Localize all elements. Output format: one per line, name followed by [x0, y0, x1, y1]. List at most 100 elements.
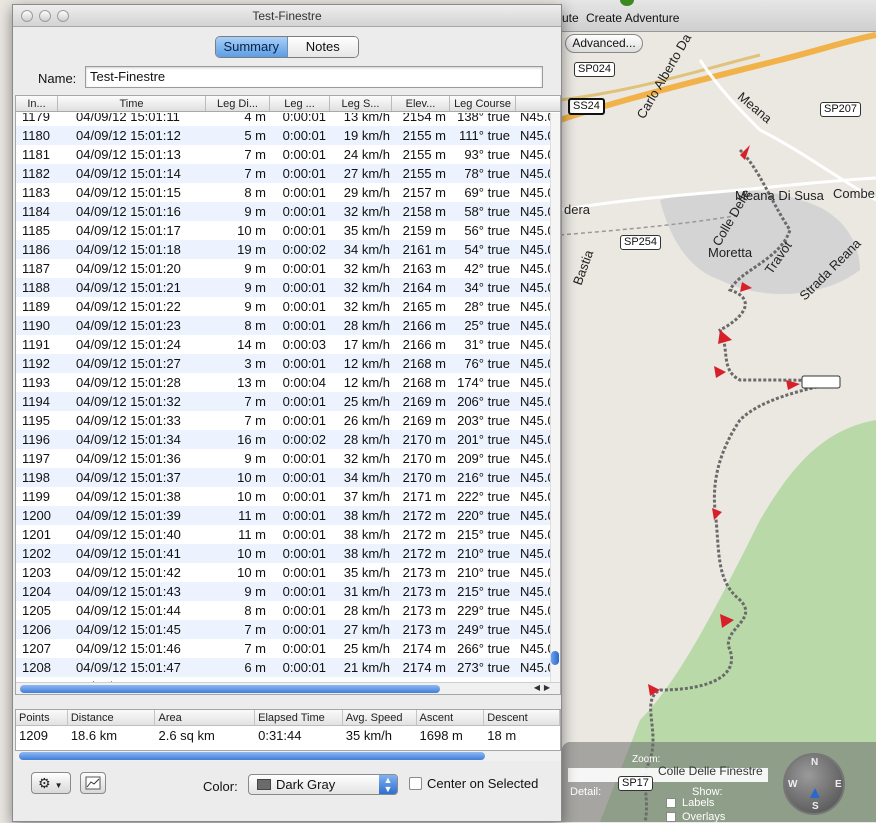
cell-leg-course: 266° true — [457, 641, 510, 656]
stats-scroll-thumb[interactable] — [19, 752, 485, 760]
table-row[interactable]: 1181 04/09/12 15:01:13 7 m 0:00:01 24 km/h 21… — [16, 145, 560, 164]
table-row[interactable]: 1185 04/09/12 15:01:17 10 m 0:00:01 35 km/h 2… — [16, 221, 560, 240]
cell-leg-speed: 29 km/h — [343, 185, 390, 200]
column-header-position[interactable] — [516, 96, 560, 111]
table-row[interactable]: 1203 04/09/12 15:01:42 10 m 0:00:01 35 km/h 2… — [16, 563, 560, 582]
cell-time: 04/09/12 15:01:21 — [76, 280, 181, 295]
tab-notes[interactable]: Notes — [287, 37, 358, 57]
column-header-index[interactable]: In... — [16, 96, 58, 111]
horizontal-scroll-thumb[interactable] — [20, 685, 440, 693]
scroll-left-arrow-icon[interactable]: ◀ — [534, 683, 540, 692]
overlays-checkbox[interactable] — [666, 812, 676, 822]
center-on-selected-checkbox[interactable] — [409, 777, 422, 790]
labels-option: Labels — [682, 797, 715, 809]
scroll-right-arrow-icon[interactable]: ▶ — [544, 683, 550, 692]
table-row[interactable]: 1188 04/09/12 15:01:21 9 m 0:00:01 32 km/h 21… — [16, 278, 560, 297]
table-row[interactable]: 1182 04/09/12 15:01:14 7 m 0:00:01 27 km/h 21… — [16, 164, 560, 183]
chart-icon — [85, 776, 101, 790]
table-row[interactable]: 1197 04/09/12 15:01:36 9 m 0:00:01 32 km/h 21… — [16, 449, 560, 468]
action-menu-button[interactable]: ⚙ ▼ — [31, 772, 71, 794]
trackpoint-table: In... Time Leg Di... Leg ... Leg S... El… — [15, 95, 561, 695]
table-row[interactable]: 1194 04/09/12 15:01:32 7 m 0:00:01 25 km/h 21… — [16, 392, 560, 411]
cell-index: 1202 — [22, 546, 51, 561]
track-name-input[interactable]: Test-Finestre — [85, 66, 543, 88]
cell-elevation: 2168 m — [402, 356, 446, 371]
horizontal-scrollbar[interactable]: ◀ ▶ — [16, 682, 560, 694]
tab-summary[interactable]: Summary — [216, 37, 288, 57]
elevation-chart-button[interactable] — [80, 772, 106, 794]
name-label: Name: — [38, 71, 77, 86]
table-row[interactable]: 1180 04/09/12 15:01:12 5 m 0:00:01 19 km/h 21… — [16, 126, 560, 145]
cell-time: 04/09/12 15:01:47 — [76, 660, 181, 675]
table-row[interactable]: 1201 04/09/12 15:01:40 11 m 0:00:01 38 km/h 2… — [16, 525, 560, 544]
table-row[interactable]: 1195 04/09/12 15:01:33 7 m 0:00:01 26 km/h 21… — [16, 411, 560, 430]
cell-leg-distance: 4 m — [244, 113, 266, 124]
column-header-leg-speed[interactable]: Leg S... — [330, 96, 392, 111]
cell-leg-time: 0:00:01 — [282, 660, 326, 675]
table-row[interactable]: 1200 04/09/12 15:01:39 11 m 0:00:01 38 km/h 2… — [16, 506, 560, 525]
cell-index: 1195 — [22, 413, 50, 428]
cell-elevation: 2170 m — [402, 470, 446, 485]
stats-horizontal-scrollbar[interactable] — [15, 751, 561, 761]
compass-control[interactable]: N S E W — [783, 753, 845, 815]
color-label: Color: — [203, 779, 238, 794]
compass-west: W — [788, 779, 798, 790]
cell-leg-course: 206° true — [457, 394, 510, 409]
vertical-scroll-thumb[interactable] — [551, 651, 559, 665]
cell-leg-time: 0:00:01 — [282, 546, 326, 561]
table-row[interactable]: 1206 04/09/12 15:01:45 7 m 0:00:01 27 km/h 21… — [16, 620, 560, 639]
table-row[interactable]: 1179 04/09/12 15:01:11 4 m 0:00:01 13 km/h 21… — [16, 113, 560, 126]
center-on-selected-label[interactable]: Center on Selected — [427, 776, 538, 791]
table-row[interactable]: 1184 04/09/12 15:01:16 9 m 0:00:01 32 km/h 21… — [16, 202, 560, 221]
table-row[interactable]: 1204 04/09/12 15:01:43 9 m 0:00:01 31 km/h 21… — [16, 582, 560, 601]
column-header-leg-course[interactable]: Leg Course — [450, 96, 516, 111]
table-row[interactable]: 1198 04/09/12 15:01:37 10 m 0:00:01 34 km/h 2… — [16, 468, 560, 487]
column-header-time[interactable]: Time — [58, 96, 206, 111]
table-row[interactable]: 1199 04/09/12 15:01:38 10 m 0:00:01 37 km/h 2… — [16, 487, 560, 506]
table-row[interactable]: 1183 04/09/12 15:01:15 8 m 0:00:01 29 km/h 21… — [16, 183, 560, 202]
cell-elevation: 2170 m — [402, 432, 446, 447]
cell-elevation: 2155 m — [402, 147, 446, 162]
cell-time: 04/09/12 15:01:38 — [76, 489, 181, 504]
cell-leg-course: 216° true — [457, 470, 510, 485]
cell-leg-time: 0:00:01 — [282, 413, 326, 428]
cell-leg-time: 0:00:01 — [282, 166, 326, 181]
table-row[interactable]: 1191 04/09/12 15:01:24 14 m 0:00:03 17 km/h 2… — [16, 335, 560, 354]
vertical-scrollbar[interactable] — [550, 113, 560, 684]
table-row[interactable]: 1189 04/09/12 15:01:22 9 m 0:00:01 32 km/h 21… — [16, 297, 560, 316]
create-adventure-button[interactable]: Create Adventure — [586, 11, 679, 25]
column-header-leg-distance[interactable]: Leg Di... — [206, 96, 270, 111]
table-row[interactable]: 1205 04/09/12 15:01:44 8 m 0:00:01 28 km/h 21… — [16, 601, 560, 620]
color-select[interactable]: Dark Gray ▲ ▼ — [248, 774, 398, 795]
route-label[interactable]: ute — [562, 11, 579, 25]
table-row[interactable]: 1196 04/09/12 15:01:34 16 m 0:00:02 28 km/h 2… — [16, 430, 560, 449]
table-row[interactable]: 1186 04/09/12 15:01:18 19 m 0:00:02 34 km/h 2… — [16, 240, 560, 259]
table-row[interactable]: 1202 04/09/12 15:01:41 10 m 0:00:01 38 km/h 2… — [16, 544, 560, 563]
cell-index: 1194 — [22, 394, 50, 409]
bottom-bar: ⚙ ▼ Color: Dark Gray ▲ ▼ Center on Selecte… — [13, 765, 563, 823]
column-header-leg-time[interactable]: Leg ... — [270, 96, 330, 111]
cell-index: 1204 — [22, 584, 51, 599]
table-row[interactable]: 1190 04/09/12 15:01:23 8 m 0:00:01 28 km/h 21… — [16, 316, 560, 335]
cell-leg-distance: 13 m — [237, 375, 266, 390]
cell-leg-time: 0:00:01 — [282, 451, 326, 466]
table-row[interactable]: 1207 04/09/12 15:01:46 7 m 0:00:01 25 km/h 21… — [16, 639, 560, 658]
cell-leg-course: 229° true — [457, 603, 510, 618]
table-row[interactable]: 1208 04/09/12 15:01:47 6 m 0:00:01 21 km/h 21… — [16, 658, 560, 677]
table-row[interactable]: 1187 04/09/12 15:01:20 9 m 0:00:01 32 km/h 21… — [16, 259, 560, 278]
table-row[interactable]: 1193 04/09/12 15:01:28 13 m 0:00:04 12 km/h 2… — [16, 373, 560, 392]
cell-leg-distance: 10 m — [237, 223, 266, 238]
cell-time: 04/09/12 15:01:39 — [76, 508, 181, 523]
title-bar[interactable]: Test-Finestre — [13, 5, 561, 27]
gear-icon: ⚙ — [38, 775, 51, 791]
cell-elevation: 2154 m — [402, 113, 446, 124]
stats-distance: 18.6 km — [70, 728, 118, 743]
cell-leg-speed: 17 km/h — [343, 337, 390, 352]
cell-leg-course: 69° true — [464, 185, 510, 200]
table-row[interactable]: 1192 04/09/12 15:01:27 3 m 0:00:01 12 km/h 21… — [16, 354, 560, 373]
cell-leg-speed: 32 km/h — [343, 299, 390, 314]
column-header-elevation[interactable]: Elev... — [392, 96, 450, 111]
cell-leg-course: 220° true — [457, 508, 510, 523]
labels-checkbox[interactable] — [666, 798, 676, 808]
advanced-button[interactable]: Advanced... — [565, 34, 643, 53]
